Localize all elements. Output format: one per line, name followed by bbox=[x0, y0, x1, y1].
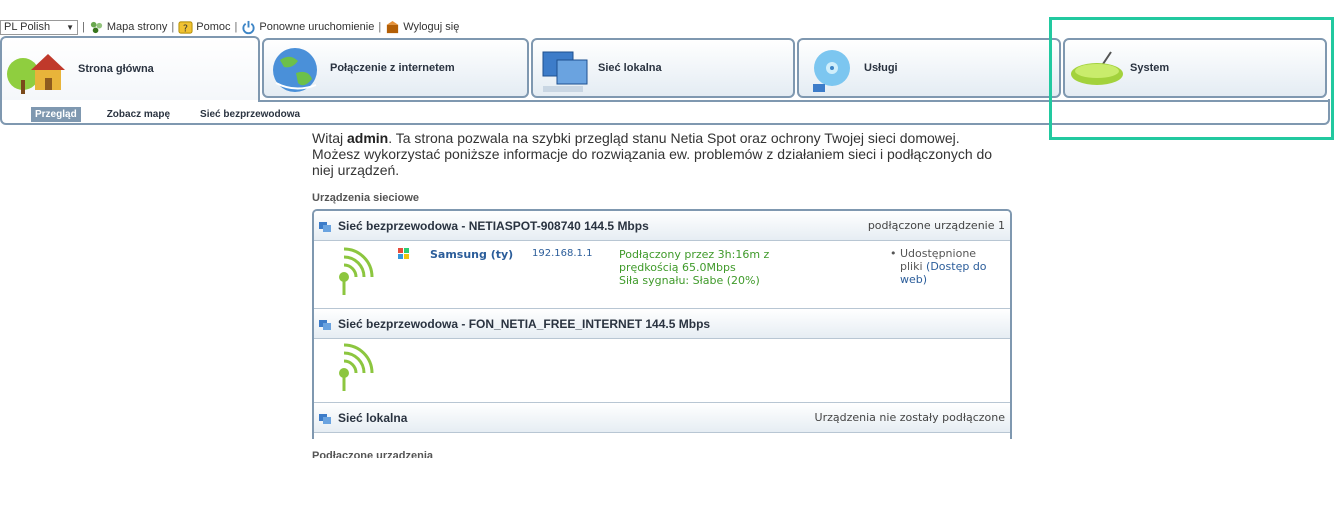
tab-services-label: Usługi bbox=[864, 62, 898, 74]
intro-body: . Ta strona pozwala na szybki przegląd s… bbox=[312, 130, 993, 178]
local-network-icon bbox=[542, 51, 588, 92]
intro-prefix: Witaj bbox=[312, 130, 347, 146]
services-icon bbox=[813, 50, 850, 92]
network-devices-title: Urządzenia sieciowe bbox=[312, 192, 419, 204]
network-icon bbox=[319, 413, 331, 424]
device-name-link[interactable]: Samsung (ty) bbox=[430, 248, 513, 261]
help-link[interactable]: ? Pomoc bbox=[178, 20, 231, 35]
wifi-signal-icon bbox=[339, 343, 374, 391]
separator: | bbox=[234, 21, 238, 33]
device-signal: Siła sygnału: Słabe (20%) bbox=[619, 274, 760, 287]
separator: | bbox=[378, 21, 382, 33]
restart-link-label: Ponowne uruchomienie bbox=[259, 21, 375, 33]
utility-bar: PL Polish ▼ | Mapa strony | ? Pomoc | Po… bbox=[0, 19, 459, 35]
logout-icon bbox=[387, 20, 399, 33]
tab-internet[interactable]: Połączenie z internetem bbox=[262, 38, 529, 98]
sitemap-link-label: Mapa strony bbox=[106, 21, 168, 33]
network-name: Sieć bezprzewodowa - FON_NETIA_FREE_INTE… bbox=[338, 316, 711, 331]
home-icon bbox=[7, 54, 65, 94]
network-name: Sieć lokalna bbox=[338, 410, 408, 425]
tab-local-network[interactable]: Sieć lokalna bbox=[531, 38, 795, 98]
language-select-value: PL Polish bbox=[4, 21, 51, 33]
network-name: Sieć bezprzewodowa - NETIASPOT-908740 14… bbox=[338, 218, 649, 233]
tab-local-network-label: Sieć lokalna bbox=[598, 62, 662, 74]
device-row bbox=[314, 339, 1010, 403]
device-connection: Podłączony przez 3h:16m z prędkością 65.… bbox=[619, 248, 770, 274]
separator: | bbox=[82, 21, 85, 33]
subnav-wireless[interactable]: Sieć bezprzewodowa bbox=[196, 107, 304, 122]
sitemap-link[interactable]: Mapa strony bbox=[89, 20, 168, 35]
device-shares: • Udostępnione pliki (Dostęp do web) bbox=[890, 247, 987, 286]
tab-home-label: Strona główna bbox=[78, 63, 154, 75]
svg-text:?: ? bbox=[183, 23, 188, 34]
network-status: Urządzenia nie zostały podłączone bbox=[814, 411, 1005, 424]
power-icon bbox=[242, 20, 255, 34]
network-devices-panel: Sieć bezprzewodowa - NETIASPOT-908740 14… bbox=[312, 209, 1012, 439]
network-icon bbox=[319, 221, 331, 232]
separator: | bbox=[171, 21, 175, 33]
network-icon bbox=[319, 319, 331, 330]
windows-icon bbox=[398, 248, 409, 259]
network-status: podłączone urządzenie 1 bbox=[867, 219, 1005, 232]
network-header[interactable]: Sieć bezprzewodowa - NETIASPOT-908740 14… bbox=[314, 211, 1010, 241]
network-header[interactable]: Sieć lokalna Urządzenia nie zostały podł… bbox=[314, 403, 1010, 433]
help-icon: ? bbox=[178, 20, 193, 34]
device-status: Podłączony przez 3h:16m z prędkością 65.… bbox=[619, 248, 789, 287]
subnav-overview[interactable]: Przegląd bbox=[31, 107, 81, 122]
globe-icon bbox=[273, 48, 317, 92]
restart-link[interactable]: Ponowne uruchomienie bbox=[241, 20, 374, 35]
tab-internet-label: Połączenie z internetem bbox=[330, 62, 455, 74]
system-tab-highlight bbox=[1049, 17, 1334, 140]
network-header[interactable]: Sieć bezprzewodowa - FON_NETIA_FREE_INTE… bbox=[314, 309, 1010, 339]
device-row: Samsung (ty) 192.168.1.1 Podłączony prze… bbox=[314, 241, 1010, 309]
intro-user: admin bbox=[347, 130, 389, 146]
intro-text: Witaj admin. Ta strona pozwala na szybki… bbox=[312, 130, 1002, 178]
tab-home[interactable]: Strona główna bbox=[0, 36, 260, 100]
tab-services[interactable]: Usługi bbox=[797, 38, 1061, 98]
help-link-label: Pomoc bbox=[196, 21, 231, 33]
wifi-signal-icon bbox=[339, 247, 374, 295]
connected-devices-title: Podłączone urządzenia bbox=[312, 450, 434, 458]
subnav-map[interactable]: Zobacz mapę bbox=[103, 107, 174, 122]
language-select[interactable]: PL Polish ▼ bbox=[0, 19, 78, 35]
logout-link-label: Wyloguj się bbox=[403, 21, 460, 33]
chevron-down-icon: ▼ bbox=[66, 22, 74, 32]
subnav: Przegląd Zobacz mapę Sieć bezprzewodowa bbox=[31, 107, 326, 122]
logout-link[interactable]: Wyloguj się bbox=[385, 20, 459, 35]
sitemap-icon bbox=[90, 21, 102, 33]
device-ip: 192.168.1.1 bbox=[532, 248, 593, 259]
